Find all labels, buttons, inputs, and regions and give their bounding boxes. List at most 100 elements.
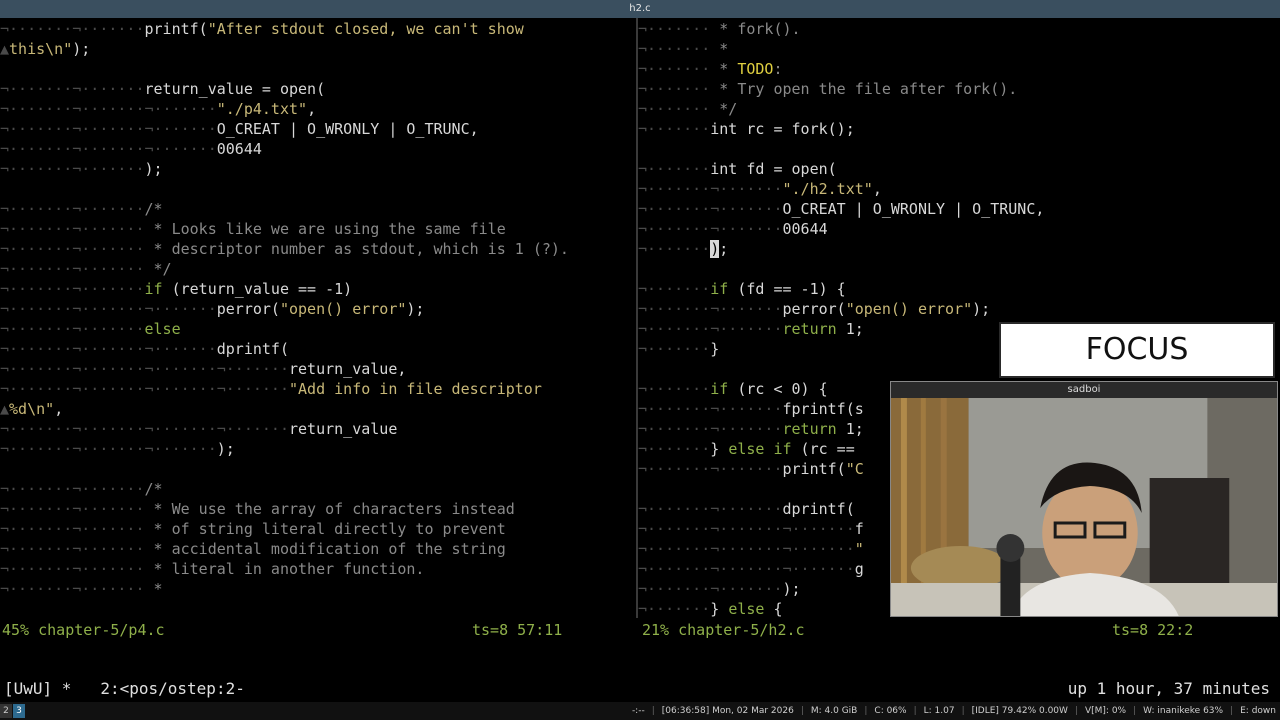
code-line[interactable]: ¬·······¬·······¬·······); xyxy=(0,439,235,459)
code-line[interactable]: ¬······· * fork(). xyxy=(638,19,801,39)
status-separator: | xyxy=(864,706,868,716)
webcam-window[interactable]: sadboi xyxy=(890,381,1278,617)
code-token: ); xyxy=(72,40,91,58)
code-token: f xyxy=(854,520,864,538)
code-line[interactable]: ¬·······¬·······¬·······dprintf( xyxy=(0,339,289,359)
code-line[interactable]: ¬······· */ xyxy=(638,99,737,119)
code-line[interactable]: ¬·······¬·······"./h2.txt", xyxy=(638,179,882,199)
code-token: return_value xyxy=(288,420,398,438)
code-token: " xyxy=(854,540,864,558)
code-token: else xyxy=(728,600,765,618)
code-line[interactable]: ¬·······¬·······if (return_value == -1) xyxy=(0,279,352,299)
code-line[interactable]: ¬······· * xyxy=(638,39,728,59)
right-status-file: 21% chapter-5/h2.c xyxy=(642,621,805,639)
code-line[interactable]: ¬·······¬·······); xyxy=(638,579,801,599)
code-line[interactable]: ¬······· * TODO: xyxy=(638,59,783,79)
code-line[interactable]: ▲this\n"); xyxy=(0,39,90,59)
code-line[interactable]: ¬·······¬·······return 1; xyxy=(638,319,864,339)
code-token: ; xyxy=(719,240,729,258)
code-token: } xyxy=(710,440,729,458)
code-line[interactable]: ¬·······¬······· * Looks like we are usi… xyxy=(0,219,506,239)
code-token: , xyxy=(307,100,317,118)
code-line[interactable]: ¬·······if (fd == -1) { xyxy=(638,279,846,299)
code-line[interactable]: ¬·······¬·······¬·······¬·······return_v… xyxy=(0,419,397,439)
workspace-3[interactable]: 3 xyxy=(13,704,25,718)
code-token: ¬·······¬·······¬······· xyxy=(0,340,217,358)
code-token: ¬·······¬·······¬·······¬······· xyxy=(0,380,289,398)
code-line[interactable]: ¬·······¬·······printf("C xyxy=(638,459,864,479)
code-token: ¬·······¬·······¬······· xyxy=(0,140,217,158)
code-token: ¬·······¬······· xyxy=(638,220,783,238)
code-line[interactable]: ¬·······if (rc < 0) { xyxy=(638,379,828,399)
code-line[interactable]: ¬·······¬······· * xyxy=(0,579,163,599)
code-line[interactable]: ¬·······¬······· * accidental modificati… xyxy=(0,539,506,559)
code-line[interactable]: ¬·······¬·······¬·······¬·······return_v… xyxy=(0,359,406,379)
code-token: ¬·······¬······· xyxy=(638,320,783,338)
tmux-window[interactable]: 2:<pos/ostep:2- xyxy=(100,679,245,698)
code-token: * of string literal directly to prevent xyxy=(153,520,506,538)
code-token: ¬·······¬·······¬······· xyxy=(0,120,217,138)
code-token: ¬·······¬·······¬·······¬······· xyxy=(0,420,289,438)
code-line[interactable]: ¬·······¬·······/* xyxy=(0,199,163,219)
code-token: ¬······· xyxy=(638,20,720,38)
code-line[interactable]: ¬·······int rc = fork(); xyxy=(638,119,855,139)
system-status-items: -:-- | [06:36:58] Mon, 02 Mar 2026 | M: 4.0 … xyxy=(625,702,1276,720)
code-line[interactable]: ¬·······} xyxy=(638,339,719,359)
code-line[interactable]: ¬·······¬·······perror("open() error"); xyxy=(638,299,990,319)
code-token: if xyxy=(144,280,163,298)
code-line[interactable]: ▲%d\n", xyxy=(0,399,63,419)
code-line[interactable]: ¬·······} else { xyxy=(638,599,783,619)
code-line[interactable]: ¬·······¬·······¬·······" xyxy=(638,539,864,559)
editor-pane-p4[interactable]: ¬·······¬·······printf("After stdout clo… xyxy=(0,18,636,648)
code-line[interactable]: ¬·······¬·······); xyxy=(0,159,163,179)
code-token: ¬·······¬·······¬······· xyxy=(0,300,217,318)
code-token: ¬······· xyxy=(638,600,711,618)
code-line[interactable]: ¬······· * Try open the file after fork(… xyxy=(638,79,1017,99)
code-line[interactable]: ¬·······int fd = open( xyxy=(638,159,837,179)
status-separator: | xyxy=(1230,706,1234,716)
code-line[interactable]: ¬·······¬······· */ xyxy=(0,259,172,279)
code-line[interactable]: ¬·······¬·······return 1; xyxy=(638,419,864,439)
code-line[interactable]: ¬·······¬·······¬·······¬·······"Add inf… xyxy=(0,379,542,399)
webcam-title: sadboi xyxy=(891,382,1277,398)
code-line[interactable]: ¬·······¬·······¬·······g xyxy=(638,559,864,579)
code-token: if xyxy=(710,380,729,398)
code-line[interactable]: ¬·······¬·······¬·······perror("open() e… xyxy=(0,299,424,319)
code-line[interactable]: ¬·······¬·······00644 xyxy=(638,219,828,239)
code-token: "open() error" xyxy=(845,300,973,318)
code-token: ¬·······¬······· xyxy=(0,500,154,518)
code-token: , xyxy=(54,400,64,418)
code-token: ¬······· xyxy=(638,40,720,58)
code-line[interactable]: ¬·······¬·······return_value = open( xyxy=(0,79,325,99)
code-token: O_CREAT | O_WRONLY | O_TRUNC, xyxy=(216,120,479,138)
tmux-session[interactable]: [UwU] * xyxy=(4,679,71,698)
code-token: ¬······· xyxy=(638,160,711,178)
code-token: "C xyxy=(845,460,864,478)
code-line[interactable]: ¬·······¬·······printf("After stdout clo… xyxy=(0,19,524,39)
workspace-2[interactable]: 2 xyxy=(0,704,12,718)
code-line[interactable]: ¬·······¬······· * of string literal dir… xyxy=(0,519,506,539)
code-line[interactable]: ¬·······); xyxy=(638,239,728,259)
code-token: ¬·······¬······· xyxy=(0,80,145,98)
code-line[interactable]: ¬·······¬······· * We use the array of c… xyxy=(0,499,515,519)
code-token: ); xyxy=(972,300,991,318)
code-token: perror( xyxy=(216,300,280,318)
code-line[interactable]: ¬·······¬·······¬·······O_CREAT | O_WRON… xyxy=(0,119,479,139)
code-line[interactable]: ¬·······¬·······/* xyxy=(0,479,163,499)
code-token: ¬·······¬······· xyxy=(0,320,145,338)
code-token: 1; xyxy=(836,320,864,338)
code-line[interactable]: ¬·······¬······· * literal in another fu… xyxy=(0,559,424,579)
code-line[interactable]: ¬·······¬·······¬·······00644 xyxy=(0,139,262,159)
code-line[interactable]: ¬·······¬·······O_CREAT | O_WRONLY | O_T… xyxy=(638,199,1044,219)
code-token: return_value = open( xyxy=(144,80,326,98)
code-line[interactable]: ¬·······¬·······else xyxy=(0,319,181,339)
focus-label: FOCUS xyxy=(1085,332,1189,367)
code-token: ¬·······¬······· xyxy=(0,200,145,218)
code-line[interactable]: ¬·······¬·······¬·······"./p4.txt", xyxy=(0,99,316,119)
code-line[interactable]: ¬·······¬······· * descriptor number as … xyxy=(0,239,569,259)
code-line[interactable]: ¬·······¬·······fprintf(s xyxy=(638,399,864,419)
code-line[interactable]: ¬·······¬·······dprintf( xyxy=(638,499,855,519)
code-line[interactable]: ¬·······} else if (rc == xyxy=(638,439,855,459)
code-token: ▲ xyxy=(0,400,10,418)
code-line[interactable]: ¬·······¬·······¬·······f xyxy=(638,519,864,539)
